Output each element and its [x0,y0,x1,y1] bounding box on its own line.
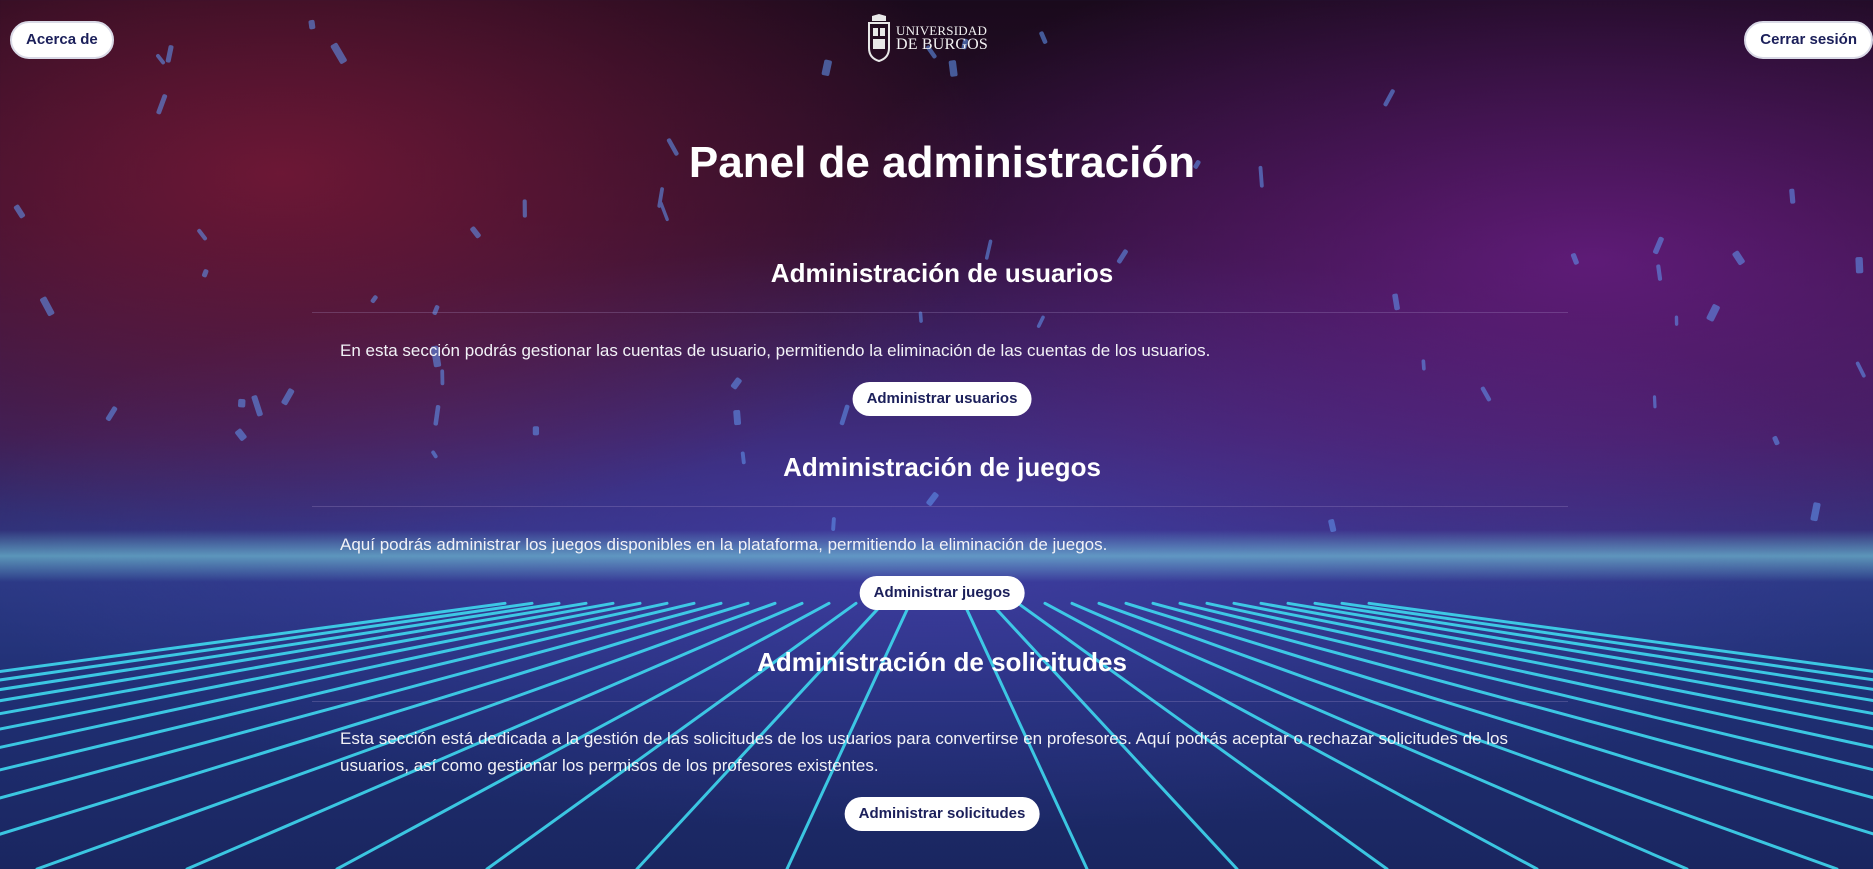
particle [1392,293,1400,311]
section-title-games: Administración de juegos [783,452,1101,482]
particle [839,404,850,426]
particle [165,45,174,63]
particle [984,239,993,260]
manage-games-button[interactable]: Administrar juegos [859,576,1025,610]
particle [821,59,832,76]
particle [105,406,118,422]
particle [40,296,55,317]
section-description-requests: Esta sección está dedicada a la gestión … [340,729,1509,775]
particle [1789,188,1796,204]
university-crest-icon [868,14,890,62]
particle [156,53,166,65]
section-description-games: Aquí podrás administrar los juegos dispo… [340,535,1108,554]
particle [1674,315,1679,326]
particle [440,369,445,386]
particle [831,517,836,531]
particle [1653,236,1664,255]
section-divider [312,701,1568,702]
manage-users-button[interactable]: Administrar usuarios [852,382,1032,416]
particle [1855,361,1866,378]
particle [1772,435,1780,446]
particle [1810,502,1821,522]
particle [251,395,263,417]
logo-line-2: DE BURGOS [896,36,989,53]
about-button[interactable]: Acerca de [10,21,114,59]
particle [522,199,527,218]
particle [13,204,26,219]
section-divider [312,506,1568,507]
section-divider [312,312,1568,313]
particle [238,398,246,408]
particle [433,405,441,426]
manage-requests-button[interactable]: Administrar solicitudes [844,797,1040,831]
particle [1706,304,1720,322]
particle [918,311,923,323]
section-description-users: En esta sección podrás gestionar las cue… [340,341,1211,360]
particle [926,492,939,506]
particle [733,409,742,426]
particle [156,94,168,115]
particle [1039,31,1048,44]
particle [1383,89,1395,107]
particle [281,388,295,406]
particle [235,428,247,441]
university-logo: UNIVERSIDAD DE BURGOS [866,14,988,62]
particle [730,377,742,390]
particle [330,42,347,64]
particle [432,305,440,316]
particle [197,228,208,241]
particle [1036,315,1045,328]
particle [657,187,664,208]
particle [1652,395,1657,409]
section-title-requests: Administración de solicitudes [757,647,1127,677]
section-title-users: Administración de usuarios [770,258,1114,288]
particle [948,60,958,77]
particle [308,19,316,30]
particle [370,295,378,303]
particle [470,226,481,239]
logout-button[interactable]: Cerrar sesión [1744,21,1873,59]
particle [532,426,540,436]
page-title: Panel de administración [688,138,1196,187]
particle [1480,386,1492,402]
particle [659,201,669,222]
